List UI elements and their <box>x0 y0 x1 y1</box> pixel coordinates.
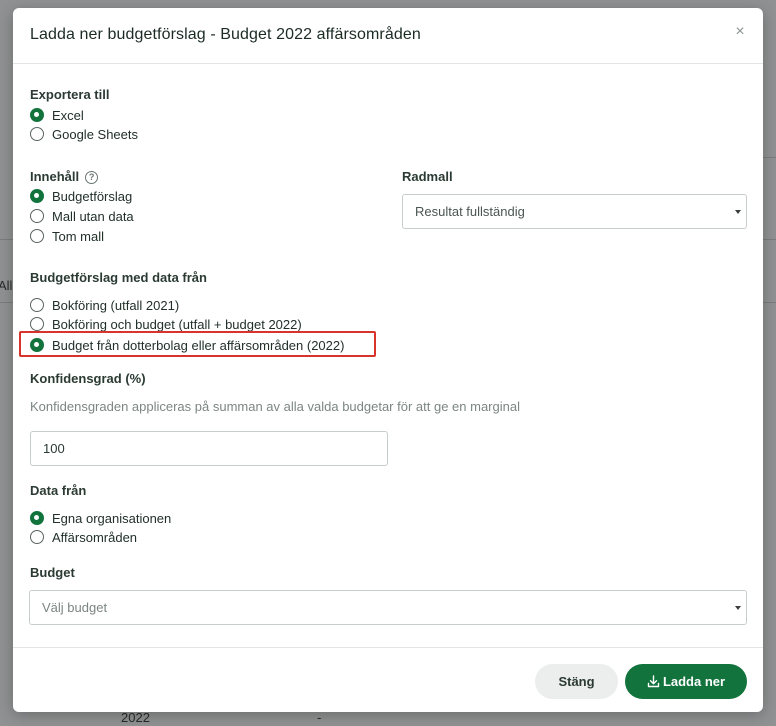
chevron-down-icon <box>735 210 741 214</box>
radio-unchecked-icon[interactable] <box>30 209 44 223</box>
content-label: Innehåll? <box>30 169 99 184</box>
chevron-down-icon <box>735 606 741 610</box>
radio-label: Affärsområden <box>52 529 138 545</box>
data-from-option-affarsomraden[interactable]: Affärsområden <box>30 528 137 546</box>
confidence-label: Konfidensgrad (%) <box>30 371 146 386</box>
close-icon[interactable]: × <box>731 23 749 41</box>
data-from-option-egna[interactable]: Egna organisationen <box>30 509 171 527</box>
content-option-mall-utan-data[interactable]: Mall utan data <box>30 207 134 225</box>
close-button[interactable]: Stäng <box>535 664 618 699</box>
dialog-title: Ladda ner budgetförslag - Budget 2022 af… <box>30 26 421 43</box>
row-template-select[interactable]: Resultat fullständig <box>402 194 747 229</box>
background-dash: - <box>317 710 322 725</box>
download-icon <box>647 675 660 688</box>
radio-unchecked-icon[interactable] <box>30 229 44 243</box>
budget-placeholder: Välj budget <box>42 600 108 615</box>
help-icon[interactable]: ? <box>85 171 99 184</box>
radio-unchecked-icon[interactable] <box>30 530 44 544</box>
content-option-tom-mall[interactable]: Tom mall <box>30 227 104 245</box>
content-label-text: Innehåll <box>30 169 80 184</box>
data-source-option-bokforing[interactable]: Bokföring (utfall 2021) <box>30 296 179 314</box>
radio-label: Bokföring (utfall 2021) <box>52 297 180 313</box>
radio-unchecked-icon[interactable] <box>30 298 44 312</box>
background-fragment: Allu <box>0 278 13 293</box>
export-option-excel[interactable]: Excel <box>30 106 84 124</box>
background-divider <box>0 239 13 240</box>
confidence-helper-text: Konfidensgraden appliceras på summan av … <box>30 399 520 414</box>
radio-label: Excel <box>52 107 84 123</box>
data-source-label: Budgetförslag med data från <box>30 270 207 285</box>
radio-label: Bokföring och budget (utfall + budget 20… <box>52 316 302 332</box>
row-template-label: Radmall <box>402 169 453 184</box>
radio-label: Mall utan data <box>52 208 134 224</box>
radio-checked-icon[interactable] <box>30 511 44 525</box>
data-from-label: Data från <box>30 483 87 498</box>
highlight-annotation <box>19 331 376 357</box>
radio-unchecked-icon[interactable] <box>30 317 44 331</box>
download-budget-dialog: Ladda ner budgetförslag - Budget 2022 af… <box>13 8 763 712</box>
radio-unchecked-icon[interactable] <box>30 127 44 141</box>
radio-checked-icon[interactable] <box>30 189 44 203</box>
background-year: 2022 <box>121 710 150 725</box>
download-button[interactable]: Ladda ner <box>625 664 747 699</box>
radio-label: Tom mall <box>52 228 105 244</box>
dialog-footer: Stäng Ladda ner <box>13 647 763 712</box>
dialog-header: Ladda ner budgetförslag - Budget 2022 af… <box>13 8 763 64</box>
radio-checked-icon[interactable] <box>30 108 44 122</box>
radio-label: Google Sheets <box>52 126 139 142</box>
background-divider <box>0 302 13 303</box>
budget-select[interactable]: Välj budget <box>29 590 747 625</box>
budget-label: Budget <box>30 565 75 580</box>
download-button-label: Ladda ner <box>662 674 726 689</box>
row-template-value: Resultat fullständig <box>415 204 525 219</box>
radio-label: Egna organisationen <box>52 510 172 526</box>
background-divider <box>763 157 776 158</box>
dialog-body: Exportera till Excel Google Sheets Inneh… <box>13 65 763 647</box>
export-label: Exportera till <box>30 87 110 102</box>
background-divider <box>763 302 776 303</box>
background-divider <box>763 239 776 240</box>
confidence-input[interactable]: 100 <box>30 431 388 466</box>
content-option-budgetforslag[interactable]: Budgetförslag <box>30 187 132 205</box>
radio-label: Budgetförslag <box>52 188 133 204</box>
export-option-google-sheets[interactable]: Google Sheets <box>30 125 138 143</box>
